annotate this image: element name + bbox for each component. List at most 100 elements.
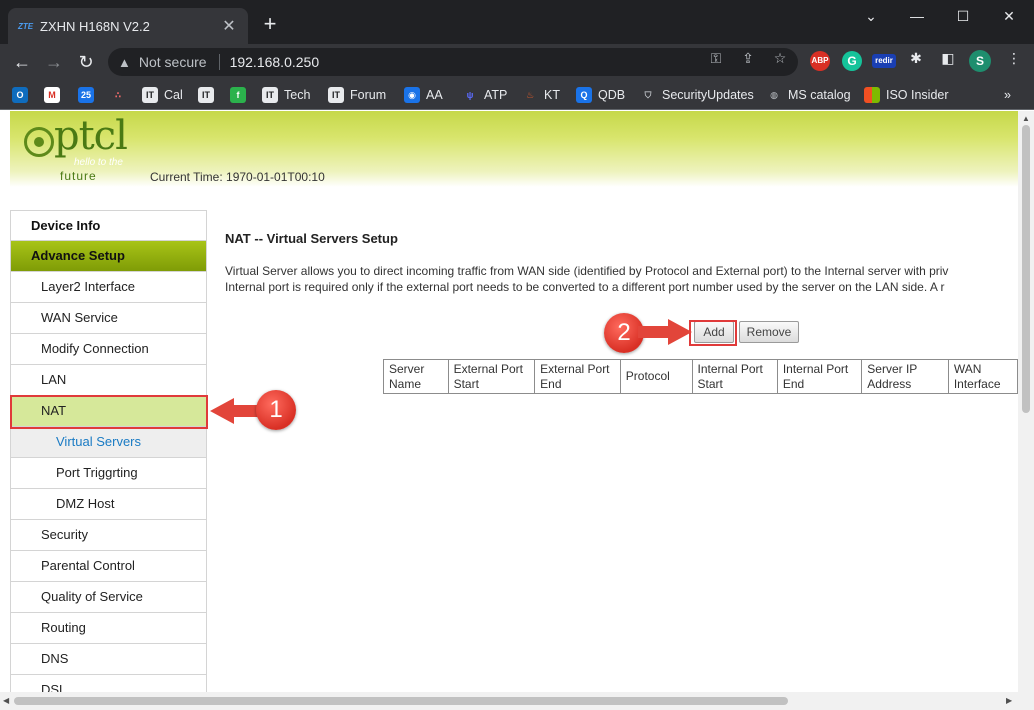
col-external-port-end: External Port End (534, 359, 621, 394)
minimize-icon[interactable]: — (894, 4, 940, 28)
bookmark-tech[interactable]: IT Tech (262, 85, 310, 105)
description-line-2: Internal port is required only if the ex… (225, 280, 945, 294)
profile-avatar[interactable]: S (969, 50, 991, 72)
menu-quality-of-service[interactable]: Quality of Service (10, 582, 207, 613)
menu-dns[interactable]: DNS (10, 644, 207, 675)
share-icon[interactable]: ⇪ (738, 50, 758, 67)
nat-highlight-box (10, 395, 208, 429)
warning-icon[interactable]: ▲ (118, 55, 131, 70)
menu-modify-connection[interactable]: Modify Connection (10, 334, 207, 365)
col-server-ip-address: Server IP Address (861, 359, 949, 394)
menu-layer2-interface[interactable]: Layer2 Interface (10, 272, 207, 303)
table-header-row: Server Name External Port Start External P… (383, 359, 1018, 394)
remove-button[interactable]: Remove (739, 321, 799, 343)
tab-title: ZXHN H168N V2.2 (40, 18, 150, 34)
bookmark-label: AA (426, 88, 443, 102)
side-panel-icon[interactable]: ◧ (938, 50, 958, 67)
description-line-1: Virtual Server allows you to direct inco… (225, 264, 949, 278)
bookmark-qdb[interactable]: Q QDB (576, 85, 625, 105)
bookmark-label: ISO Insider (886, 88, 949, 102)
scroll-right-icon[interactable]: ▶ (1006, 696, 1012, 705)
menu-advance-setup[interactable]: Advance Setup (10, 241, 207, 272)
virtual-servers-table: Server Name External Port Start External P… (383, 359, 1018, 394)
browser-titlebar: ZTE ZXHN H168N V2.2 ✕ + ⌄ — ☐ ✕ (0, 0, 1034, 44)
menu-routing[interactable]: Routing (10, 613, 207, 644)
bookmark-label: Cal (164, 88, 183, 102)
browser-toolbar: ← → ↻ ▲ Not secure 192.168.0.250 ⚿ ⇪ ☆ A… (0, 44, 1034, 80)
address-bar[interactable]: ▲ Not secure 192.168.0.250 (108, 48, 798, 76)
menu-parental-control[interactable]: Parental Control (10, 551, 207, 582)
bookmark-atp[interactable]: ψ ATP (462, 85, 508, 105)
col-wan-interface: WAN Interface (947, 359, 1018, 394)
bookmark-label: Forum (350, 88, 387, 102)
bookmarks-bar: O M 25 ∴ IT Cal IT f IT Tech IT Forum ◉ AA ψ… (0, 80, 1034, 110)
add-highlight-box (689, 320, 737, 346)
menu-device-info[interactable]: Device Info (10, 210, 207, 241)
menu-kebab-icon[interactable]: ⋮ (1004, 50, 1024, 67)
grammarly-extension-icon[interactable]: G (842, 51, 862, 71)
vertical-scrollbar[interactable]: ▲ (1018, 111, 1034, 692)
scroll-left-icon[interactable]: ◀ (3, 696, 9, 705)
horizontal-scroll-thumb[interactable] (14, 697, 788, 705)
bookmark-securityupdates[interactable]: ⛉ SecurityUpdates (640, 85, 754, 105)
bookmark-cal[interactable]: IT Cal (142, 85, 183, 105)
page-viewport: ptcl hello to the future Current Time: 1… (0, 111, 1018, 692)
logo-tagline: hello to the (74, 157, 123, 168)
not-secure-label[interactable]: Not secure (139, 54, 207, 70)
forward-icon[interactable]: → (42, 50, 66, 74)
ptcl-logo-ring-icon (24, 127, 54, 157)
adblock-extension-icon[interactable]: ABP (810, 51, 830, 71)
close-tab-icon[interactable]: ✕ (220, 16, 238, 36)
page-title: NAT -- Virtual Servers Setup (225, 231, 398, 246)
window-close-icon[interactable]: ✕ (986, 4, 1032, 28)
menu-dsl[interactable]: DSL (10, 675, 207, 692)
back-icon[interactable]: ← (10, 50, 34, 74)
callout-arrow-2 (638, 319, 692, 345)
bookmark-label: QDB (598, 88, 626, 102)
sidebar-menu: Device Info Advance Setup Layer2 Interfa… (10, 210, 207, 692)
calendar-bookmark-icon[interactable]: 25 (78, 85, 100, 105)
menu-dmz-host[interactable]: DMZ Host (10, 489, 207, 520)
menu-lan[interactable]: LAN (10, 365, 207, 396)
gmail-bookmark-icon[interactable]: M (44, 85, 66, 105)
horizontal-scrollbar[interactable]: ◀ ▶ (0, 692, 1034, 710)
col-internal-port-start: Internal Port Start (691, 359, 778, 394)
bookmark-kt[interactable]: ♨ KT (522, 85, 560, 105)
url-text[interactable]: 192.168.0.250 (230, 54, 320, 70)
browser-tab[interactable]: ZTE ZXHN H168N V2.2 ✕ (8, 8, 248, 44)
new-tab-icon[interactable]: + (258, 12, 282, 36)
asana-bookmark-icon[interactable]: ∴ (110, 85, 132, 105)
bookmark-label: MS catalog (788, 88, 851, 102)
bookmark-label: ATP (484, 88, 508, 102)
zte-favicon: ZTE (18, 21, 34, 31)
step-1-badge: 1 (256, 390, 296, 430)
bookmark-aa[interactable]: ◉ AA (404, 85, 443, 105)
redirect-extension-icon[interactable]: redir (872, 54, 896, 68)
col-internal-port-end: Internal Port End (776, 359, 863, 394)
reload-icon[interactable]: ↻ (74, 50, 98, 74)
current-time: Current Time: 1970-01-01T00:10 (150, 170, 325, 184)
outlook-bookmark-icon[interactable]: O (12, 85, 34, 105)
feedly-bookmark-icon[interactable]: f (230, 85, 252, 105)
menu-port-triggering[interactable]: Port Triggrting (10, 458, 207, 489)
scroll-up-icon[interactable]: ▲ (1022, 114, 1030, 123)
menu-wan-service[interactable]: WAN Service (10, 303, 207, 334)
more-bookmarks-icon[interactable]: » (1004, 85, 1011, 105)
maximize-icon[interactable]: ☐ (940, 4, 986, 28)
bookmark-label: Tech (284, 88, 311, 102)
bookmark-star-icon[interactable]: ☆ (770, 50, 790, 67)
tab-search-icon[interactable]: ⌄ (848, 4, 894, 28)
extensions-puzzle-icon[interactable]: ✱ (906, 50, 926, 67)
bookmark-label: KT (544, 88, 560, 102)
menu-virtual-servers[interactable]: Virtual Servers (10, 427, 207, 458)
bookmark-ms-catalog[interactable]: ◍ MS catalog (766, 85, 851, 105)
vertical-scroll-thumb[interactable] (1022, 125, 1030, 413)
it-bookmark-icon[interactable]: IT (198, 85, 220, 105)
key-icon[interactable]: ⚿ (706, 50, 726, 67)
bookmark-iso-insider[interactable]: ISO Insider (864, 85, 949, 105)
bookmark-label: SecurityUpdates (662, 88, 754, 102)
ptcl-logo: ptcl hello to the future (24, 113, 144, 183)
bookmark-forum[interactable]: IT Forum (328, 85, 386, 105)
address-divider (218, 54, 220, 70)
menu-security[interactable]: Security (10, 520, 207, 551)
